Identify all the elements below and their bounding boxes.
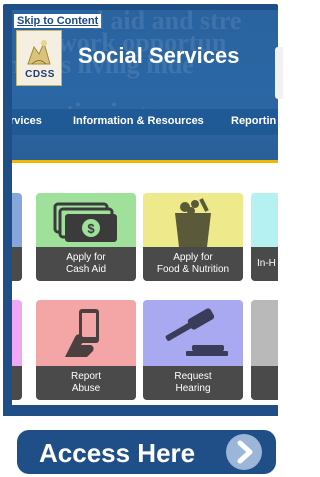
tile-label [12,366,22,400]
nav-item-services[interactable]: rvices [12,115,42,127]
tile-partial-left-2[interactable] [12,300,22,400]
nav-item-reporting[interactable]: Reportin [231,115,276,127]
tile-label: Request Hearing [143,366,243,400]
svg-text:$: $ [87,221,95,236]
site-title: Social Services [78,43,240,68]
tile-partial-right-1[interactable]: In-H [251,193,278,281]
tile-label: Report Abuse [36,366,136,400]
tile-label-line1: Request [174,371,212,382]
logo-emblem-icon [27,40,51,65]
tile-label: Apply for Food & Nutrition [143,247,243,281]
tile-label-line1: Apply for [173,252,213,263]
access-here-button[interactable]: Access Here [17,430,276,474]
grocery-bag-icon [143,193,243,253]
logo-text: CDSS [25,69,55,80]
page: and aid and stre work opportun milies li… [0,0,283,477]
tile-label-line1: Report [70,371,101,382]
nav-item-information-resources[interactable]: Information & Resources [73,115,204,127]
gavel-icon [143,300,243,366]
cash-icon: $ [36,193,136,253]
chevron-right-icon [226,434,262,470]
cdss-logo[interactable]: CDSS [16,30,62,86]
frame-bottom-bar [3,405,278,416]
tile-label-line2: Abuse [71,383,101,394]
tile-partial-right-2[interactable] [251,300,278,400]
access-here-label: Access Here [39,438,196,468]
main-nav: rvices Information & Resources Reportin [12,109,278,135]
tile-apply-cash-aid[interactable]: $ Apply for Cash Aid [36,193,136,281]
tile-label-line2: Hearing [175,383,211,394]
tile-request-hearing[interactable]: Request Hearing [143,300,243,400]
tile-label-line1: Apply for [66,252,106,263]
tile-report-abuse[interactable]: Report Abuse [36,300,136,400]
tile-label-line1: In-H [257,258,276,269]
tile-label: In-H [251,247,278,281]
phone-in-hand-icon [36,300,136,366]
service-tiles: $ Apply for Cash Aid Apply for Food & Nu… [12,163,278,405]
skip-to-content-link[interactable]: Skip to Content [14,14,102,28]
header-side-panel [275,47,283,99]
tile-label: Apply for Cash Aid [36,247,136,281]
tile-apply-food-nutrition[interactable]: Apply for Food & Nutrition [143,193,243,281]
tile-label [251,366,278,400]
tile-label [12,247,22,281]
tile-partial-left-1[interactable] [12,193,22,281]
tile-label-line2: Cash Aid [65,264,107,275]
tile-label-line2: Food & Nutrition [156,264,230,275]
